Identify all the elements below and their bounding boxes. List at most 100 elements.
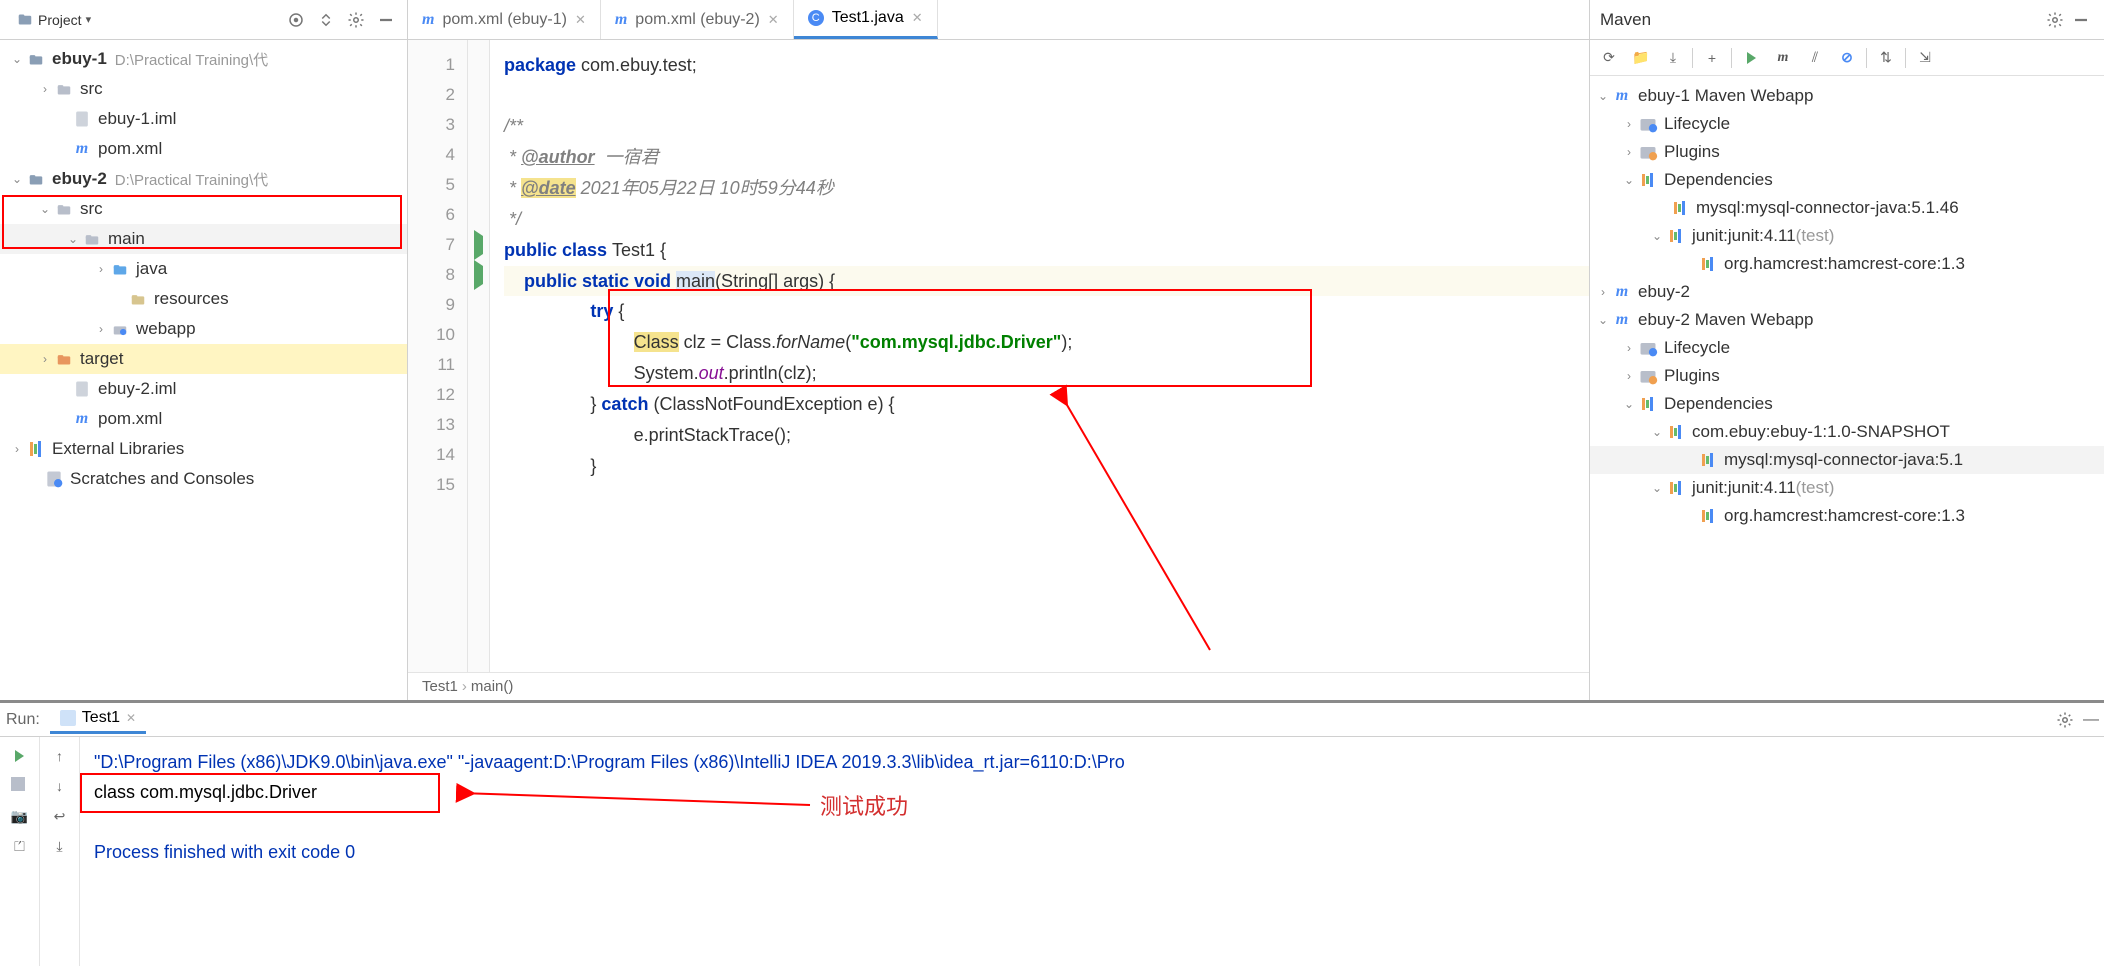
tree-node-main[interactable]: ⌄ main	[0, 224, 407, 254]
run-label: Run:	[6, 711, 40, 729]
expand-arrow-icon[interactable]: ⌄	[8, 52, 26, 66]
maven-panel: Maven ⟳ 📁 ⤓ + m ⫽ ⊘ ⇅ ⇲ ⌄mebuy-1 Maven W…	[1590, 0, 2104, 700]
editor-panel: m pom.xml (ebuy-1) ✕ m pom.xml (ebuy-2) …	[408, 0, 1590, 700]
expand-arrow-icon[interactable]: ⌄	[36, 202, 54, 216]
maven-node[interactable]: org.hamcrest:hamcrest-core:1.3	[1590, 502, 2104, 530]
reimport-icon[interactable]: ⟳	[1594, 44, 1624, 72]
console-output[interactable]: "D:\Program Files (x86)\JDK9.0\bin\java.…	[80, 737, 2104, 966]
maven-node[interactable]: org.hamcrest:hamcrest-core:1.3	[1590, 250, 2104, 278]
tree-node-target[interactable]: › target	[0, 344, 407, 374]
expand-arrow-icon[interactable]: ⌄	[64, 232, 82, 246]
tree-node-src-2[interactable]: ⌄ src	[0, 194, 407, 224]
tree-node-pom-2[interactable]: m pom.xml	[0, 404, 407, 434]
hide-icon[interactable]	[373, 7, 399, 33]
tab-pom-ebuy1[interactable]: m pom.xml (ebuy-1) ✕	[408, 0, 601, 39]
tree-node-pom-1[interactable]: m pom.xml	[0, 134, 407, 164]
tree-node-ebuy2[interactable]: ⌄ ebuy-2 D:\Practical Training\代	[0, 164, 407, 194]
close-icon[interactable]: ✕	[912, 10, 923, 26]
collapse-arrow-icon[interactable]: ›	[36, 352, 54, 366]
project-toolbar: Project ▾	[0, 0, 407, 40]
maven-file-icon: m	[422, 11, 434, 29]
exit-icon[interactable]: ⏍	[7, 833, 33, 859]
hide-icon[interactable]	[2068, 7, 2094, 33]
maven-node[interactable]: ⌄junit:junit:4.11 (test)	[1590, 222, 2104, 250]
add-project-icon[interactable]: +	[1697, 44, 1727, 72]
project-view-dropdown[interactable]: Project ▾	[8, 8, 99, 32]
tree-node-iml-1[interactable]: ebuy-1.iml	[0, 104, 407, 134]
maven-node[interactable]: mysql:mysql-connector-java:5.1	[1590, 446, 2104, 474]
tree-node-java[interactable]: › java	[0, 254, 407, 284]
up-icon[interactable]: ↑	[47, 743, 73, 769]
close-icon[interactable]: ✕	[575, 12, 586, 28]
expand-all-icon[interactable]	[313, 7, 339, 33]
gear-icon[interactable]	[2052, 707, 2078, 733]
rerun-icon[interactable]	[7, 743, 33, 769]
code-editor[interactable]: package com.ebuy.test; /** * @author 一宿君…	[490, 40, 1589, 672]
line-gutter[interactable]: 123 456 789 101112 131415	[408, 40, 468, 672]
close-icon[interactable]: ✕	[126, 711, 136, 725]
tab-test1[interactable]: C Test1.java ✕	[794, 0, 938, 39]
tree-node-iml-2[interactable]: ebuy-2.iml	[0, 374, 407, 404]
maven-node[interactable]: ⌄junit:junit:4.11 (test)	[1590, 474, 2104, 502]
run-class-icon[interactable]	[468, 230, 489, 260]
locate-icon[interactable]	[283, 7, 309, 33]
maven-toolbar: ⟳ 📁 ⤓ + m ⫽ ⊘ ⇅ ⇲	[1590, 40, 2104, 76]
tree-node-src-1[interactable]: › src	[0, 74, 407, 104]
breadcrumb[interactable]: Test1 › main()	[408, 672, 1589, 700]
maven-node[interactable]: ›Plugins	[1590, 138, 2104, 166]
maven-node[interactable]: ⌄mebuy-2 Maven Webapp	[1590, 306, 2104, 334]
download-sources-icon[interactable]: ⤓	[1658, 44, 1688, 72]
console-line: Process finished with exit code 0	[94, 837, 2090, 867]
maven-node[interactable]: ⌄Dependencies	[1590, 390, 2104, 418]
maven-file-icon: m	[72, 409, 92, 429]
toggle-skip-tests-icon[interactable]: ⊘	[1832, 44, 1862, 72]
maven-tree[interactable]: ⌄mebuy-1 Maven Webapp ›Lifecycle ›Plugin…	[1590, 76, 2104, 700]
run-tab[interactable]: Test1 ✕	[50, 705, 146, 734]
toggle-offline-icon[interactable]: ⫽	[1800, 44, 1830, 72]
stop-icon[interactable]	[7, 773, 33, 799]
collapse-all-icon[interactable]: ⇲	[1910, 44, 1940, 72]
maven-node[interactable]: ›Lifecycle	[1590, 334, 2104, 362]
project-panel-label: Project	[38, 12, 82, 28]
show-deps-icon[interactable]: ⇅	[1871, 44, 1901, 72]
run-panel: Run: Test1 ✕ — 📷 ⏍ ↑ ↓ ↩ ⤓ "D:\Program F…	[0, 700, 2104, 966]
dump-threads-icon[interactable]: 📷	[7, 803, 33, 829]
scroll-end-icon[interactable]: ⤓	[47, 833, 73, 859]
maven-header: Maven	[1590, 0, 2104, 40]
maven-node[interactable]: ›Lifecycle	[1590, 110, 2104, 138]
soft-wrap-icon[interactable]: ↩	[47, 803, 73, 829]
hide-icon[interactable]: —	[2078, 707, 2104, 733]
tab-pom-ebuy2[interactable]: m pom.xml (ebuy-2) ✕	[601, 0, 794, 39]
gear-icon[interactable]	[2042, 7, 2068, 33]
maven-node[interactable]: ›mebuy-2	[1590, 278, 2104, 306]
maven-node[interactable]: ⌄Dependencies	[1590, 166, 2104, 194]
tree-node-resources[interactable]: resources	[0, 284, 407, 314]
generate-sources-icon[interactable]: 📁	[1626, 44, 1656, 72]
tree-node-webapp[interactable]: › webapp	[0, 314, 407, 344]
run-icon[interactable]	[1736, 44, 1766, 72]
console-line: class com.mysql.jdbc.Driver	[94, 777, 2090, 807]
expand-arrow-icon[interactable]: ⌄	[8, 172, 26, 186]
tree-node-external-libs[interactable]: › External Libraries	[0, 434, 407, 464]
collapse-arrow-icon[interactable]: ›	[92, 262, 110, 276]
maven-node[interactable]: ⌄mebuy-1 Maven Webapp	[1590, 82, 2104, 110]
collapse-arrow-icon[interactable]: ›	[8, 442, 26, 456]
code-area: 123 456 789 101112 131415 package com.eb…	[408, 40, 1589, 672]
collapse-arrow-icon[interactable]: ›	[92, 322, 110, 336]
run-header: Run: Test1 ✕ —	[0, 703, 2104, 737]
maven-node[interactable]: ›Plugins	[1590, 362, 2104, 390]
close-icon[interactable]: ✕	[768, 12, 779, 28]
library-icon	[26, 439, 46, 459]
project-tree[interactable]: ⌄ ebuy-1 D:\Practical Training\代 › src e…	[0, 40, 407, 700]
java-class-icon: C	[808, 10, 824, 26]
maven-file-icon: m	[615, 11, 627, 29]
collapse-arrow-icon[interactable]: ›	[36, 82, 54, 96]
maven-node[interactable]: mysql:mysql-connector-java:5.1.46	[1590, 194, 2104, 222]
tree-node-scratches[interactable]: Scratches and Consoles	[0, 464, 407, 494]
maven-node[interactable]: ⌄com.ebuy:ebuy-1:1.0-SNAPSHOT	[1590, 418, 2104, 446]
run-main-icon[interactable]	[468, 260, 489, 290]
gear-icon[interactable]	[343, 7, 369, 33]
execute-goal-icon[interactable]: m	[1768, 44, 1798, 72]
tree-node-ebuy1[interactable]: ⌄ ebuy-1 D:\Practical Training\代	[0, 44, 407, 74]
down-icon[interactable]: ↓	[47, 773, 73, 799]
